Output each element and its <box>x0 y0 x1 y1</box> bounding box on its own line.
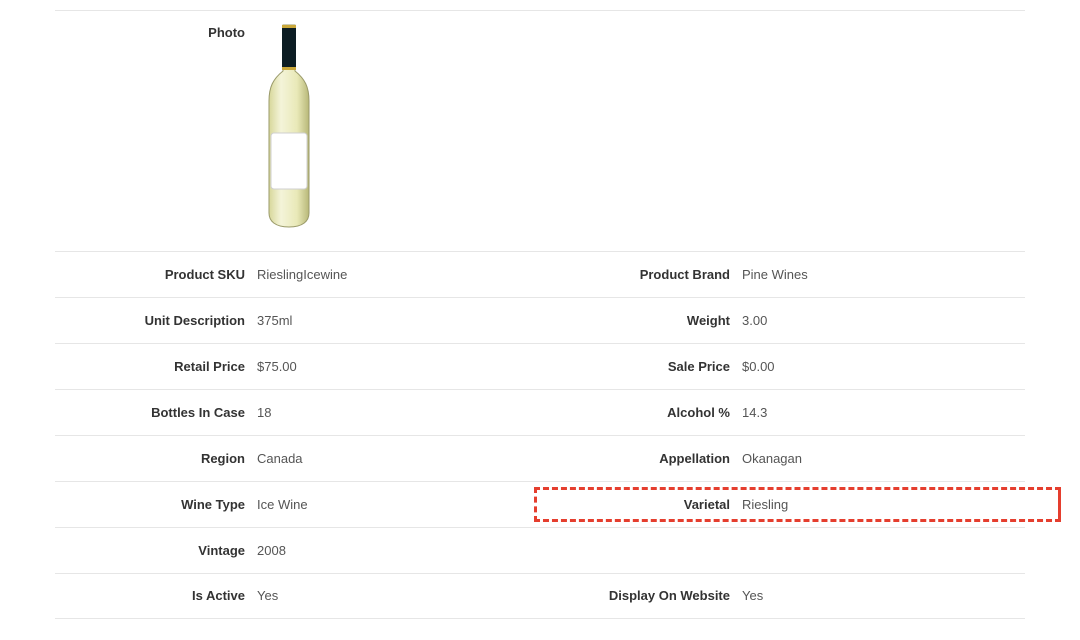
right-4: Appellation Okanagan <box>540 451 1025 467</box>
row-6: Vintage 2008 <box>55 527 1025 573</box>
label-wine-type: Wine Type <box>55 497 255 513</box>
value-unit-description: 375ml <box>255 313 292 329</box>
right-7: Display On Website Yes <box>540 588 1025 604</box>
left-3: Bottles In Case 18 <box>55 405 540 421</box>
left-6: Vintage 2008 <box>55 543 540 559</box>
product-photo <box>255 19 359 233</box>
left-1: Unit Description 375ml <box>55 313 540 329</box>
row-4: Region Canada Appellation Okanagan <box>55 435 1025 481</box>
label-varietal: Varietal <box>540 497 740 513</box>
row-5: Wine Type Ice Wine Varietal Riesling <box>55 481 1025 527</box>
right-1: Weight 3.00 <box>540 313 1025 329</box>
value-bottles-in-case: 18 <box>255 405 271 421</box>
label-unit-description: Unit Description <box>55 313 255 329</box>
value-sale-price: $0.00 <box>740 359 775 375</box>
label-weight: Weight <box>540 313 740 329</box>
value-alcohol: 14.3 <box>740 405 767 421</box>
left-2: Retail Price $75.00 <box>55 359 540 375</box>
value-wine-type: Ice Wine <box>255 497 308 513</box>
row-0: Product SKU RieslingIcewine Product Bran… <box>55 251 1025 297</box>
row-3: Bottles In Case 18 Alcohol % 14.3 <box>55 389 1025 435</box>
value-weight: 3.00 <box>740 313 767 329</box>
value-product-brand: Pine Wines <box>740 267 808 283</box>
value-vintage: 2008 <box>255 543 286 559</box>
label-vintage: Vintage <box>55 543 255 559</box>
photo-cell: Photo <box>55 19 540 233</box>
row-7: Is Active Yes Display On Website Yes <box>55 573 1025 619</box>
label-retail-price: Retail Price <box>55 359 255 375</box>
value-appellation: Okanagan <box>740 451 802 467</box>
left-0: Product SKU RieslingIcewine <box>55 267 540 283</box>
right-5-varietal-highlight: Varietal Riesling <box>540 497 1025 513</box>
row-2: Retail Price $75.00 Sale Price $0.00 <box>55 343 1025 389</box>
label-alcohol: Alcohol % <box>540 405 740 421</box>
label-display-on-website: Display On Website <box>540 588 740 604</box>
right-3: Alcohol % 14.3 <box>540 405 1025 421</box>
label-product-sku: Product SKU <box>55 267 255 283</box>
right-0: Product Brand Pine Wines <box>540 267 1025 283</box>
row-1: Unit Description 375ml Weight 3.00 <box>55 297 1025 343</box>
wine-bottle-icon <box>257 23 321 233</box>
row-photo: Photo <box>55 10 1025 251</box>
label-appellation: Appellation <box>540 451 740 467</box>
value-region: Canada <box>255 451 303 467</box>
photo-label: Photo <box>55 19 255 41</box>
left-7: Is Active Yes <box>55 588 540 604</box>
value-product-sku: RieslingIcewine <box>255 267 347 283</box>
value-display-on-website: Yes <box>740 588 763 604</box>
left-4: Region Canada <box>55 451 540 467</box>
label-is-active: Is Active <box>55 588 255 604</box>
label-bottles-in-case: Bottles In Case <box>55 405 255 421</box>
value-retail-price: $75.00 <box>255 359 297 375</box>
label-product-brand: Product Brand <box>540 267 740 283</box>
left-5: Wine Type Ice Wine <box>55 497 540 513</box>
right-2: Sale Price $0.00 <box>540 359 1025 375</box>
product-details-panel: Photo <box>55 0 1025 619</box>
value-varietal: Riesling <box>740 497 788 513</box>
label-sale-price: Sale Price <box>540 359 740 375</box>
value-is-active: Yes <box>255 588 278 604</box>
label-region: Region <box>55 451 255 467</box>
